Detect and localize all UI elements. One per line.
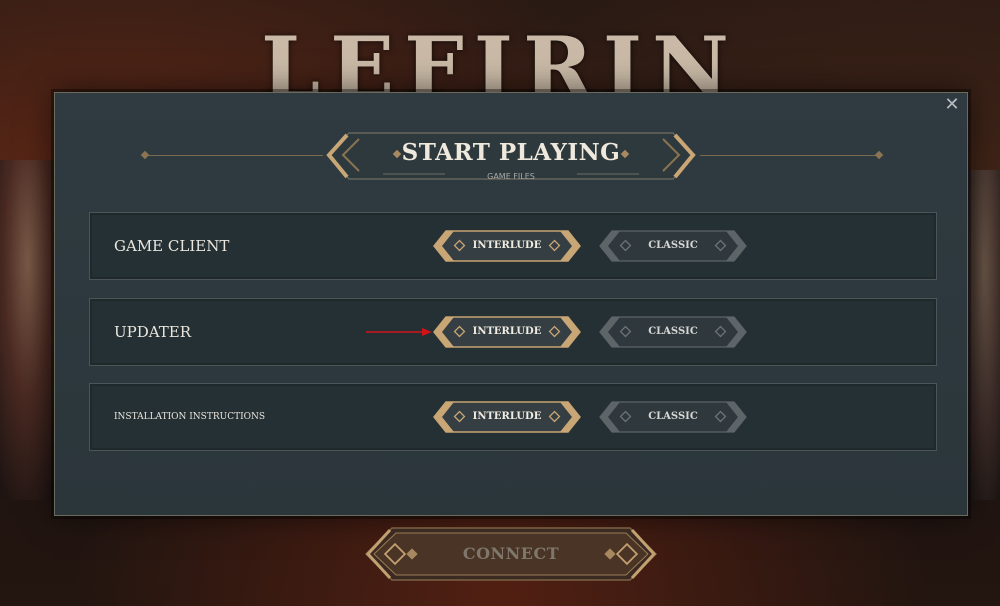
updater-interlude-button[interactable]: INTERLUDE bbox=[432, 315, 582, 349]
button-label: CLASSIC bbox=[648, 411, 698, 422]
button-label: INTERLUDE bbox=[472, 326, 542, 337]
row-label: UPDATER bbox=[114, 323, 192, 341]
instructions-classic-button[interactable]: CLASSIC bbox=[598, 400, 748, 434]
row-label: INSTALLATION INSTRUCTIONS bbox=[114, 412, 266, 422]
updater-classic-button[interactable]: CLASSIC bbox=[598, 315, 748, 349]
modal-title: START PLAYING bbox=[401, 139, 621, 166]
row-game-client: GAME CLIENT INTERLUDE CLASSIC bbox=[89, 212, 937, 280]
button-label: CLASSIC bbox=[648, 326, 698, 337]
modal-subtitle: GAME FILES bbox=[487, 172, 535, 181]
button-label: INTERLUDE bbox=[472, 240, 542, 251]
game-client-interlude-button[interactable]: INTERLUDE bbox=[432, 229, 582, 263]
connect-button[interactable]: CONNECT bbox=[362, 524, 660, 584]
start-playing-modal: ✕ START PLAYING GAME FILES GAME CLIENT I… bbox=[54, 92, 968, 516]
close-icon[interactable]: ✕ bbox=[943, 96, 961, 114]
row-label: GAME CLIENT bbox=[114, 237, 230, 255]
row-updater: UPDATER INTERLUDE CLASSIC bbox=[89, 298, 937, 366]
button-label: INTERLUDE bbox=[472, 411, 542, 422]
instructions-interlude-button[interactable]: INTERLUDE bbox=[432, 400, 582, 434]
game-client-classic-button[interactable]: CLASSIC bbox=[598, 229, 748, 263]
button-label: CLASSIC bbox=[648, 240, 698, 251]
red-arrow-icon bbox=[366, 328, 432, 336]
row-installation-instructions: INSTALLATION INSTRUCTIONS INTERLUDE CLAS… bbox=[89, 383, 937, 451]
connect-label: CONNECT bbox=[462, 544, 560, 563]
modal-header: START PLAYING GAME FILES bbox=[55, 131, 967, 181]
